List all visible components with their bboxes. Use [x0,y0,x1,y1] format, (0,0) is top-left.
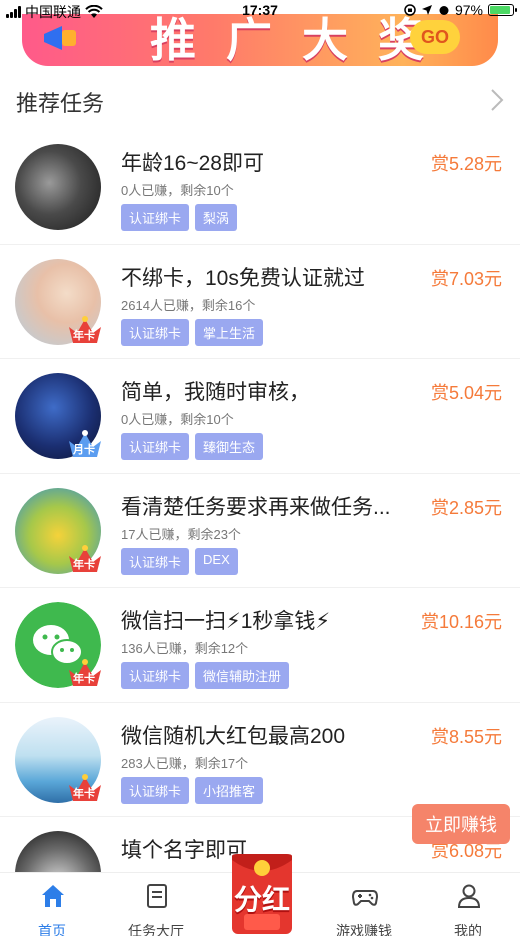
task-reward: 赏7.03元 [430,268,502,289]
tab-mine[interactable]: 我的 [416,873,520,936]
task-tag: 梨涡 [195,204,238,231]
task-item[interactable]: 年龄16~28即可 0人已赚，剩余10个 认证绑卡 梨涡 赏5.28元 [0,130,520,245]
task-item[interactable]: 年卡 看清楚任务要求再来做任务... 17人已赚，剩余23个 认证绑卡 DEX … [0,474,520,588]
task-tags: 认证绑卡 掌上生活 [121,318,264,346]
task-title: 不绑卡，10s免费认证就过 [121,266,365,290]
tab-home[interactable]: 首页 [0,873,104,936]
task-avatar: 年卡 [15,258,101,345]
task-tag: 掌上生活 [195,318,264,346]
home-icon [42,885,64,907]
task-stats: 0人已赚，剩余10个 [121,412,234,427]
task-tag: 微信辅助注册 [195,662,290,689]
task-reward: 赏8.55元 [430,726,502,747]
task-title: 简单，我随时审核， [121,381,310,404]
avatar-image [15,144,101,230]
tab-game-earn[interactable]: 游戏赚钱 [312,873,416,936]
task-reward: 赏5.04元 [430,383,502,403]
task-tag: 认证绑卡 [121,204,190,231]
task-tag: 臻御生态 [195,433,264,460]
task-stats: 17人已赚，剩余23个 [121,526,241,542]
megaphone-icon [44,26,76,50]
user-icon [457,884,481,908]
task-avatar: 月卡 [15,373,101,459]
task-tag: 认证绑卡 [121,433,190,460]
tab-label: 游戏赚钱 [336,923,392,936]
gamepad-icon [352,890,378,906]
task-reward: 赏5.28元 [430,154,502,174]
task-item[interactable]: 年卡 不绑卡，10s免费认证就过 2614人已赚，剩余16个 认证绑卡 掌上生活… [0,245,520,359]
task-avatar: 年卡 [15,487,101,574]
task-tag: 认证绑卡 [121,547,190,575]
badge-label: 月卡 [73,444,95,456]
badge-label: 年卡 [73,558,95,571]
banner-text: 推广大奖 [150,14,454,66]
task-item[interactable]: 年卡 微信随机大红包最高200 283人已赚，剩余17个 认证绑卡 小招推客 赏… [0,703,520,817]
tab-label: 我的 [454,923,482,936]
badge-label: 年卡 [73,329,95,342]
alarm-icon [439,6,449,15]
task-stats: 2614人已赚，剩余16个 [121,297,256,313]
task-tags: 认证绑卡 梨涡 [121,204,238,231]
tab-label: 首页 [38,923,66,936]
tab-bonus[interactable]: 分红 [224,848,300,936]
battery-icon [488,4,517,16]
tab-label: 任务大厅 [128,923,184,936]
task-hall-icon [147,884,167,908]
task-title: 微信扫一扫⚡1秒拿钱⚡ [121,610,331,633]
task-tags: 认证绑卡 小招推客 [121,776,264,804]
battery-percent: 97% [454,2,483,18]
task-item[interactable]: 月卡 简单，我随时审核， 0人已赚，剩余10个 认证绑卡 臻御生态 赏5.04元 [0,359,520,474]
task-tags: 认证绑卡 微信辅助注册 [121,662,290,689]
task-title: 年龄16~28即可 [121,152,264,175]
task-item[interactable]: 年卡 微信扫一扫⚡1秒拿钱⚡ 136人已赚，剩余12个 认证绑卡 微信辅助注册 … [0,588,520,703]
task-title: 看清楚任务要求再来做任务... [121,495,391,519]
task-tags: 认证绑卡 臻御生态 [121,433,264,460]
recommended-header[interactable]: 推荐任务 [0,78,520,122]
task-avatar: 年卡 [15,716,101,803]
tab-task-hall[interactable]: 任务大厅 [104,873,208,936]
task-title: 微信随机大红包最高200 [121,724,346,748]
badge-label: 年卡 [73,787,95,800]
location-icon [421,5,432,15]
task-tag: 认证绑卡 [121,662,190,689]
task-stats: 283人已赚，剩余17个 [121,755,249,771]
task-stats: 136人已赚，剩余12个 [121,641,249,656]
badge-label: 年卡 [73,673,95,685]
task-stats: 0人已赚，剩余10个 [121,183,234,198]
task-reward: 赏10.16元 [420,612,502,632]
chevron-right-icon[interactable] [488,88,506,112]
task-avatar: 年卡 [15,602,101,688]
status-right: 97% [404,2,517,18]
banner-go-button[interactable]: GO [410,20,460,54]
earn-now-button[interactable]: 立即赚钱 [412,804,510,844]
task-tag: DEX [195,547,238,575]
orientation-lock-icon [404,4,416,16]
task-tags: 认证绑卡 DEX [121,547,238,575]
task-tag: 小招推客 [195,776,264,804]
section-title: 推荐任务 [16,91,105,116]
task-tag: 认证绑卡 [121,318,190,346]
status-bar: 中国联通 17:37 97% [0,0,520,20]
task-avatar [15,144,101,230]
task-reward: 赏2.85元 [430,497,502,518]
bonus-label: 分红 [233,884,290,915]
task-tag: 认证绑卡 [121,776,190,804]
